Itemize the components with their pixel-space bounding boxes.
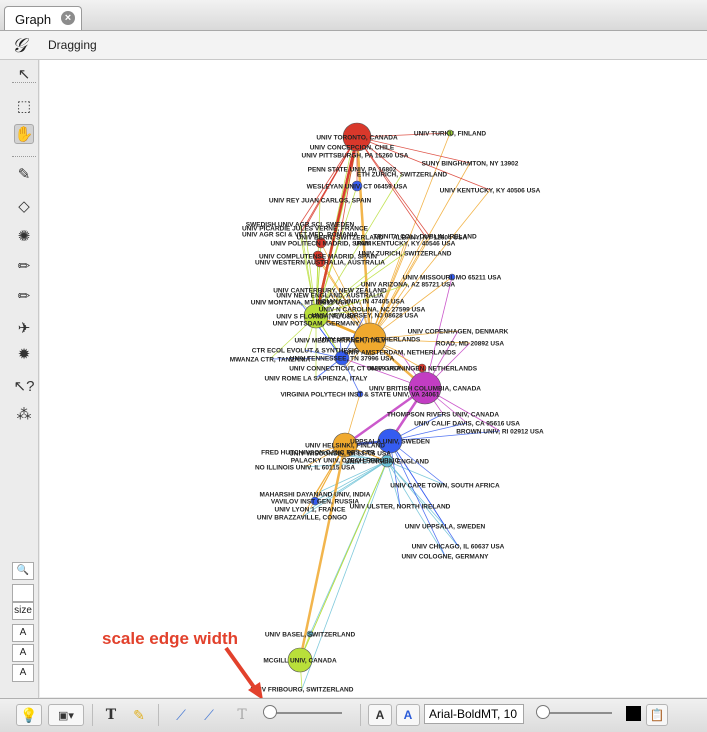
diamond-size-icon[interactable]: ◇ xyxy=(14,196,34,216)
annotation-text: scale edge width xyxy=(102,629,239,648)
arrow-select-icon[interactable]: ↖ xyxy=(14,64,34,84)
edge-width-slider-knob[interactable] xyxy=(263,705,277,719)
node-label: UNIV BASEL, SWITZERLAND xyxy=(265,632,356,639)
node-label: UNIV WESTERN AUSTRALIA, AUSTRALIA xyxy=(255,260,385,267)
label-size-slider-knob[interactable] xyxy=(536,705,550,719)
heat-map-icon[interactable]: ✹ xyxy=(14,344,34,364)
node-label: UNIV BRAZZAVILLE, CONGO xyxy=(257,515,347,522)
label-a2-icon[interactable]: A xyxy=(12,644,34,662)
shortest-path-icon[interactable]: ✈ xyxy=(14,318,34,338)
tool-separator xyxy=(12,82,36,83)
node-label: UNIV MISSOURI, MO 65211 USA xyxy=(403,275,502,282)
status-bar: 𝒢 Dragging xyxy=(0,31,707,60)
painter-icon[interactable]: ✺ xyxy=(14,226,34,246)
left-toolbar: ↖ ⬚ ✋ ✎ ◇ ✺ ✏ ✏ ✈ ✹ ↖? ⁂ 🔍 size A A A xyxy=(8,60,39,698)
brush-icon[interactable]: ✎ xyxy=(14,164,34,184)
edge-color-icon[interactable]: ⟋ xyxy=(198,704,220,726)
node-label: UNIV UTRECHT, NETHERLANDS xyxy=(320,337,421,344)
edge-pencil-icon[interactable]: ✏ xyxy=(14,286,34,306)
gephi-logo-icon: 𝒢 xyxy=(12,33,27,57)
labels: UNIV TORONTO, CANADA UNIV TURKU, FINLAND U… xyxy=(230,131,544,694)
label-a3-icon[interactable]: A xyxy=(12,664,34,682)
background-color-swatch[interactable] xyxy=(626,706,641,721)
node-label: UNIV CALIF DAVIS, CA 95616 USA xyxy=(414,421,520,428)
drag-hand-icon[interactable]: ✋ xyxy=(14,124,34,144)
node-label: CTR ECOL EVOLUT & SYNTHESIS xyxy=(252,348,359,355)
node-label: UNIV REY JUAN CARLOS, SPAIN xyxy=(269,198,372,205)
node-label: UNIV MONTANA, MT 59812 USA xyxy=(251,300,350,307)
label-a-icon[interactable]: A xyxy=(12,624,34,642)
node-label: VAVILOV INST GEN, RUSSIA xyxy=(271,499,360,506)
light-bulb-icon[interactable]: 💡 xyxy=(16,704,42,726)
node-label: UNIV ULSTER, NORTH IRELAND xyxy=(350,504,451,511)
node-label: UNIV E ANGLIA, ENGLAND xyxy=(345,459,429,466)
node-label: ROAD, MD 20892 USA xyxy=(436,341,505,348)
node-label: UNIV COPENHAGEN, DENMARK xyxy=(408,329,509,336)
toolbar-separator xyxy=(158,704,159,726)
close-icon[interactable]: × xyxy=(61,11,75,25)
pencil-icon[interactable]: ✏ xyxy=(14,256,34,276)
edit-pointer-icon[interactable]: ↖? xyxy=(14,376,35,396)
tab-graph[interactable]: Graph × xyxy=(4,6,82,30)
node-label: UNIV FRIBOURG, SWITZERLAND xyxy=(251,687,354,694)
node-label: UNIV POTSDAM, GERMANY xyxy=(273,321,360,328)
graph-edge xyxy=(298,444,347,661)
zoom-icon[interactable]: 🔍 xyxy=(12,562,34,580)
settings-clipboard-icon[interactable]: 📋 xyxy=(646,704,668,726)
toolbar-separator xyxy=(360,704,361,726)
edge-width-slider-track[interactable] xyxy=(270,712,342,714)
graph-view[interactable]: UNIV TORONTO, CANADA UNIV TURKU, FINLAND U… xyxy=(40,60,707,697)
node-label: UNIV TENNESSEE, TN 37996 USA xyxy=(290,356,395,363)
show-labels-icon[interactable]: T xyxy=(100,704,122,726)
font-color-button[interactable]: A xyxy=(396,704,420,726)
node-label: UNIV CHICAGO, IL 60637 USA xyxy=(412,544,505,551)
size-button[interactable]: size xyxy=(12,602,34,620)
screenshot-dropdown-button[interactable]: ▣▾ xyxy=(48,704,84,726)
background-square-icon[interactable] xyxy=(12,584,34,602)
status-mode-text: Dragging xyxy=(48,38,97,52)
node-label: UNIV TORONTO, CANADA xyxy=(316,135,398,142)
node-label: UNIV CONCEPCION, CHILE xyxy=(310,145,395,152)
tab-graph-label: Graph xyxy=(15,12,52,27)
label-color-icon[interactable]: ✎ xyxy=(128,704,150,726)
graph-canvas[interactable]: UNIV TORONTO, CANADA UNIV TURKU, FINLAND U… xyxy=(40,60,707,697)
node-label: BROWN UNIV, RI 02912 USA xyxy=(456,429,544,436)
node-label: UNIV KENTUCKY, KY 40506 USA xyxy=(440,188,541,195)
node-label: VIRGINIA POLYTECH INST & STATE UNIV, VA … xyxy=(280,392,439,399)
node-label: UNIV KENTUCKY, KY 40546 USA xyxy=(355,241,456,248)
node-label: UNIV TURKU, FINLAND xyxy=(414,131,487,138)
toolbar-separator xyxy=(92,704,93,726)
node-label: UPPSALA UNIV, SWEDEN xyxy=(350,439,430,446)
graph-settings-icon[interactable]: ⁂ xyxy=(14,404,34,424)
node-label: UNIV COLOGNE, GERMANY xyxy=(401,554,489,561)
graph-edge xyxy=(386,460,446,527)
node-label: THOMPSON RIVERS UNIV, CANADA xyxy=(387,412,499,419)
node-label: SUNY BINGHAMTON, NY 13902 xyxy=(422,161,519,168)
node-label: NO ILLINOIS UNIV, IL 60115 USA xyxy=(255,465,355,472)
node-label: FRED HUTCHINSON CANC RES CTR xyxy=(261,450,375,457)
edge-straight-icon[interactable]: ⟋ xyxy=(170,704,192,726)
edge-label-icon[interactable]: T xyxy=(232,704,252,726)
node-label: UNIV LYON 1, FRANCE xyxy=(275,507,347,514)
label-size-slider-track[interactable] xyxy=(544,712,612,714)
node-label: WESLEYAN UNIV, CT 06459 USA xyxy=(307,184,408,191)
node-label: UNIV GRONINGEN, NETHERLANDS xyxy=(367,366,478,373)
rectangle-select-icon[interactable]: ⬚ xyxy=(14,96,34,116)
node-label: UNIV ROME LA SAPIENZA, ITALY xyxy=(264,376,368,383)
node-label: MAHARSHI DAYANAND UNIV, INDIA xyxy=(260,492,371,499)
node-label: UNIV S FLORIDA, FL USA xyxy=(276,314,356,321)
font-size-button[interactable]: A xyxy=(368,704,392,726)
node-label: UNIV UPPSALA, SWEDEN xyxy=(405,524,486,531)
node-label: UNIV PITTSBURGH, PA 15260 USA xyxy=(302,153,409,160)
tab-bar: Graph × xyxy=(0,0,707,31)
node-label: MCGILL UNIV, CANADA xyxy=(263,658,337,665)
node-label: UNIV CAPE TOWN, SOUTH AFRICA xyxy=(390,483,500,490)
tool-separator xyxy=(12,156,36,157)
font-name-field[interactable]: Arial-BoldMT, 10 xyxy=(424,704,524,724)
node-label: ETH ZURICH, SWITZERLAND xyxy=(357,172,448,179)
